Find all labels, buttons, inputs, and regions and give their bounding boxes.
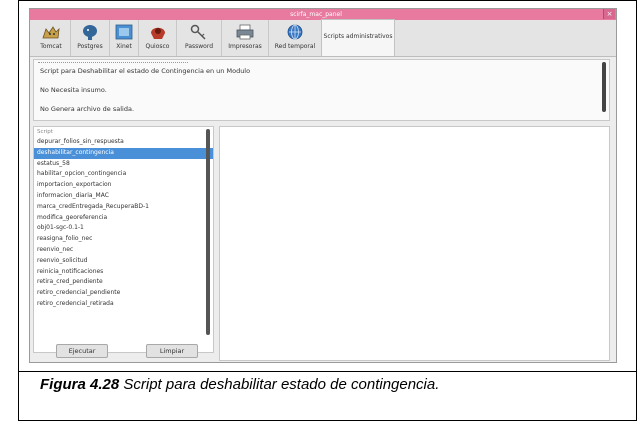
execute-button[interactable]: Ejecutar	[56, 344, 108, 358]
list-item[interactable]: obj01-sgc-0.1-1	[34, 223, 213, 234]
list-item[interactable]: reenvio_nec	[34, 245, 213, 256]
window-title: scirfa_mac_panel	[290, 11, 342, 18]
list-item[interactable]: reasigna_folio_nec	[34, 234, 213, 245]
list-item[interactable]: reinicia_notificaciones	[34, 267, 213, 278]
list-item[interactable]: retiro_credencial_pendiente	[34, 288, 213, 299]
elephant-icon	[83, 25, 97, 40]
network-icon	[287, 24, 303, 40]
list-item[interactable]: reenvio_solicitud	[34, 256, 213, 267]
list-item[interactable]: retira_cred_pendiente	[34, 277, 213, 288]
description-scrollbar[interactable]	[602, 62, 606, 112]
cat-icon	[42, 26, 60, 39]
dotted-separator	[38, 62, 188, 63]
tab-label: Scripts administrativos	[323, 33, 393, 40]
list-item[interactable]: estatus_58	[34, 159, 213, 170]
printer-icon	[236, 24, 254, 40]
list-item[interactable]: modifica_georeferencia	[34, 213, 213, 224]
script-list-header: Script	[37, 129, 53, 135]
figure-caption-text: Script para deshabilitar estado de conti…	[119, 376, 440, 393]
toolbar: Tomcat Postgres Xinet Quiosco Password I…	[30, 19, 616, 57]
tab-red-temporal[interactable]: Red temporal	[268, 20, 321, 56]
list-item-selected[interactable]: deshabilitar_contingencia	[34, 147, 213, 159]
script-description-panel: Script para Deshabilitar el estado de Co…	[33, 59, 610, 121]
app-window: scirfa_mac_panel × Tomcat Postgres Xinet	[29, 8, 617, 363]
script-list-scrollbar[interactable]	[206, 129, 210, 335]
tab-label: Quiosco	[145, 43, 170, 50]
clear-button[interactable]: Limpiar	[146, 344, 198, 358]
list-item[interactable]: importacion_exportacion	[34, 180, 213, 191]
tab-label: Xinet	[116, 43, 132, 50]
tab-impresoras[interactable]: Impresoras	[221, 20, 268, 56]
tab-label: Postgres	[77, 43, 103, 50]
tab-scripts-administrativos[interactable]: Scripts administrativos	[321, 19, 395, 56]
tab-label: Impresoras	[228, 43, 262, 50]
caption-divider	[19, 371, 636, 372]
tab-quiosco[interactable]: Quiosco	[138, 20, 176, 56]
list-item[interactable]: marca_credEntregada_RecuperaBD-1	[34, 202, 213, 213]
list-item[interactable]: informacion_diaria_MAC	[34, 191, 213, 202]
tab-password[interactable]: Password	[176, 20, 221, 56]
description-line: Script para Deshabilitar el estado de Co…	[40, 67, 251, 75]
close-button[interactable]: ×	[603, 9, 615, 19]
tab-label: Password	[184, 43, 214, 50]
list-item[interactable]: retiro_credencial_retirada	[34, 299, 213, 310]
close-icon: ×	[606, 10, 613, 18]
tab-xinet[interactable]: Xinet	[109, 20, 138, 56]
tab-label: Red temporal	[274, 43, 316, 50]
list-item[interactable]: depurar_folios_sin_respuesta	[34, 137, 213, 148]
xinet-icon	[115, 24, 133, 40]
tab-tomcat[interactable]: Tomcat	[33, 20, 69, 56]
figure-caption: Figura 4.28 Script para deshabilitar est…	[40, 376, 439, 393]
tab-postgres[interactable]: Postgres	[70, 20, 109, 56]
figure-number: Figura 4.28	[40, 376, 120, 393]
key-icon	[190, 24, 206, 40]
kiosk-icon	[150, 27, 165, 39]
list-item[interactable]: habilitar_opcion_contingencia	[34, 169, 213, 180]
input-info-line: No Necesita insumo.	[40, 86, 107, 94]
output-info-line: No Genera archivo de salida.	[40, 105, 135, 113]
script-list: Script depurar_folios_sin_respuesta desh…	[33, 126, 214, 353]
tab-label: Tomcat	[40, 43, 62, 50]
script-output-pane	[219, 126, 610, 361]
